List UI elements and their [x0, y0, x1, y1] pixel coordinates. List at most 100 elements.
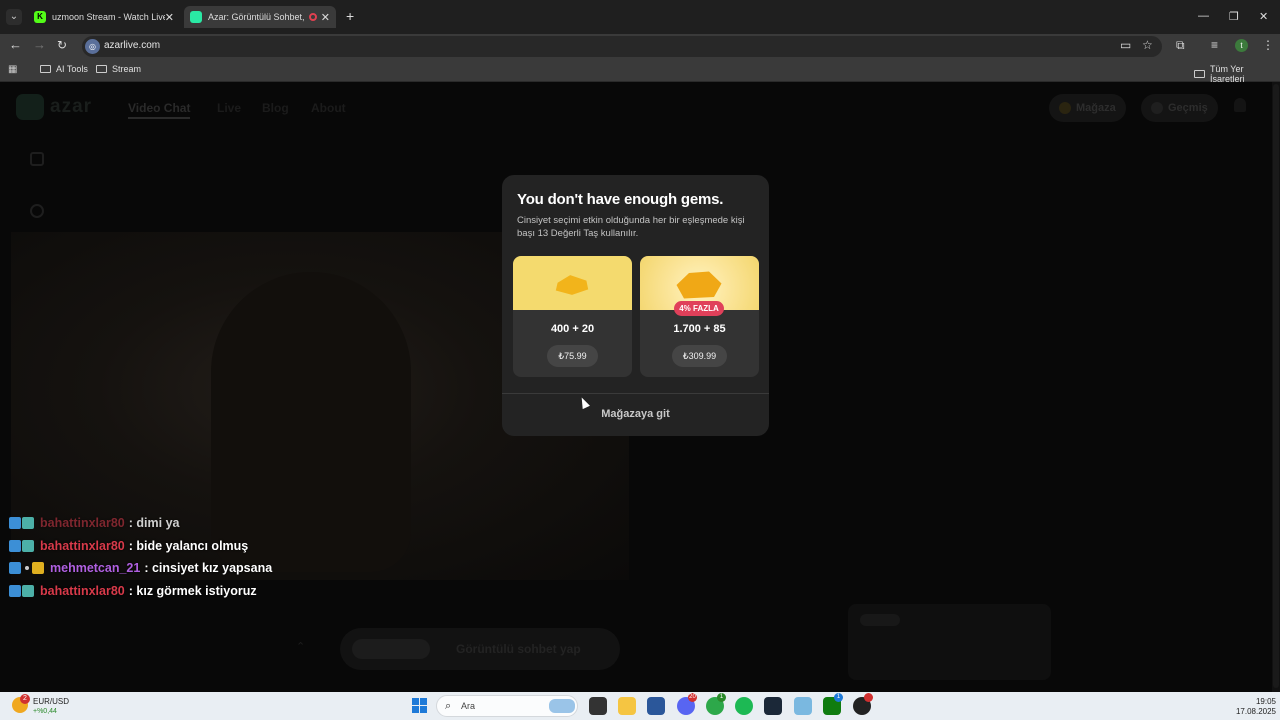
bookmark-star-icon[interactable]: ☆ — [1142, 39, 1153, 52]
package-image — [513, 256, 632, 310]
bookmark-stream[interactable]: Stream — [96, 64, 141, 74]
browser-tab-strip: ⌄ K uzmoon Stream - Watch Live o ✕ Azar:… — [0, 0, 1280, 34]
spotify-icon[interactable] — [735, 697, 753, 715]
chat-badges — [9, 562, 45, 575]
gem-icon — [1059, 102, 1071, 114]
store-button[interactable]: Mağaza — [1049, 94, 1126, 122]
nav-video-chat[interactable]: Video Chat — [128, 101, 191, 119]
ticker-change: +%0,44 — [33, 708, 57, 715]
search-icon: ⌕ — [445, 700, 452, 712]
azar-logo-icon — [16, 94, 44, 120]
crown-badge-icon — [32, 562, 44, 575]
chat-message: bahattinxlar80 : dimi ya — [9, 512, 429, 535]
tab-close-icon[interactable]: ✕ — [321, 11, 330, 24]
windows-start-icon[interactable] — [412, 698, 427, 713]
chat-message: bahattinxlar80 : kız görmek istiyoruz — [9, 580, 429, 603]
ticker-name[interactable]: EUR/USD — [33, 697, 69, 706]
settings-app-icon[interactable] — [794, 697, 812, 715]
package-amount: 1.700 + 85 — [673, 323, 726, 335]
media-control-icon[interactable]: ≡ — [1211, 39, 1218, 52]
site-info-icon[interactable]: ◎ — [85, 39, 100, 54]
chat-username: bahattinxlar80 — [40, 538, 125, 553]
chat-text: : bide yalancı olmuş — [128, 538, 249, 553]
tab-title: uzmoon Stream - Watch Live o — [52, 12, 165, 22]
package-price-button[interactable]: ₺309.99 — [672, 345, 727, 367]
chat-text: : cinsiyet kız yapsana — [144, 561, 273, 576]
menu-kebab-icon[interactable]: ⋮ — [1262, 39, 1274, 52]
xbox-badge: 1 — [834, 693, 843, 702]
forward-icon[interactable]: → — [33, 38, 46, 52]
close-window-icon[interactable]: ✕ — [1259, 10, 1268, 23]
subscriber-badge-icon — [22, 539, 34, 552]
reload-icon[interactable]: ↻ — [57, 38, 67, 52]
all-bookmarks[interactable]: Tüm Yer İşaretleri — [1194, 64, 1280, 84]
chat-username: mehmetcan_21 — [50, 561, 141, 576]
address-bar[interactable]: ◎ azarlive.com — [82, 36, 1162, 57]
fullscreen-icon[interactable] — [30, 152, 44, 166]
effects-icon[interactable] — [30, 204, 44, 218]
azar-favicon-icon — [190, 11, 202, 23]
chat-username: bahattinxlar80 — [40, 516, 125, 531]
avatar-group — [352, 639, 430, 659]
new-tab-button[interactable]: + — [346, 9, 354, 23]
tab-azar[interactable]: Azar: Görüntülü Sohbet, Ar ✕ — [184, 6, 336, 28]
discord-badge: 20 — [688, 693, 697, 702]
history-button[interactable]: Geçmiş — [1141, 94, 1218, 122]
back-icon[interactable]: ← — [9, 38, 22, 52]
url-text[interactable]: azarlive.com — [104, 40, 160, 51]
search-highlight-icon — [549, 699, 575, 713]
minimize-icon[interactable]: — — [1198, 10, 1209, 22]
task-view-icon[interactable] — [589, 697, 607, 715]
subscriber-badge-icon — [22, 584, 34, 597]
page-scrollbar[interactable] — [1272, 82, 1280, 692]
bookmark-ai-tools[interactable]: AI Tools — [40, 64, 88, 74]
file-explorer-icon[interactable] — [618, 697, 636, 715]
chat-text: : dimi ya — [128, 516, 180, 531]
subscriber-badge-icon — [22, 517, 34, 530]
azar-logo[interactable]: azar — [16, 94, 92, 120]
site-header: azar Video Chat Live Blog About Mağaza G… — [0, 82, 1270, 132]
notification-icon[interactable] — [1234, 98, 1246, 112]
bookmarks-bar: ▦ AI Tools Stream Tüm Yer İşaretleri — [0, 58, 1280, 84]
profile-avatar[interactable]: t — [1235, 39, 1248, 52]
store-app-icon[interactable] — [647, 697, 665, 715]
extensions-icon[interactable]: ⧉ — [1176, 39, 1185, 52]
package-price-button[interactable]: ₺75.99 — [547, 345, 598, 367]
tab-search-chevron-icon[interactable]: ⌄ — [6, 9, 22, 25]
modal-title: You don't have enough gems. — [517, 191, 724, 208]
gem-package-card[interactable]: 400 + 20 ₺75.99 — [513, 256, 632, 377]
obs-recording-badge — [864, 693, 873, 702]
steam-icon[interactable] — [764, 697, 782, 715]
play-badge-icon — [9, 562, 21, 575]
chevron-up-icon[interactable]: ⌃ — [296, 640, 305, 653]
gem-pile-icon — [676, 271, 722, 299]
kick-favicon-icon: K — [34, 11, 46, 23]
cast-icon[interactable]: ▭ — [1120, 39, 1131, 52]
clock-time: 19:05 — [1255, 697, 1276, 706]
nav-blog[interactable]: Blog — [262, 101, 289, 115]
dot-badge-icon — [25, 566, 29, 571]
search-placeholder: Ara — [461, 701, 476, 711]
chat-text: : kız görmek istiyoruz — [128, 583, 257, 598]
taskbar-search[interactable]: ⌕ Ara — [436, 695, 578, 717]
nav-live[interactable]: Live — [217, 101, 241, 115]
tab-close-icon[interactable]: ✕ — [165, 11, 174, 24]
remote-chip — [860, 614, 900, 626]
tab-kick-stream[interactable]: K uzmoon Stream - Watch Live o ✕ — [28, 6, 180, 28]
chat-badges — [9, 584, 35, 597]
scroll-thumb[interactable] — [1273, 84, 1279, 688]
start-video-chat-button[interactable]: Görüntülü sohbet yap — [340, 628, 620, 670]
play-badge-icon — [9, 539, 21, 552]
gem-package-card[interactable]: 4% FAZLA 1.700 + 85 ₺309.99 — [640, 256, 759, 377]
clock-date: 17.08.2025 — [1235, 707, 1276, 716]
restore-icon[interactable]: ❐ — [1229, 10, 1239, 23]
go-to-store-button[interactable]: Mağazaya git — [502, 408, 769, 420]
system-clock[interactable]: 19:05 17.08.2025 — [1226, 697, 1276, 717]
play-badge-icon — [9, 584, 21, 597]
apps-grid-icon[interactable]: ▦ — [8, 64, 17, 75]
history-icon — [1151, 102, 1163, 114]
stream-chat-overlay: bahattinxlar80 : dimi ya bahattinxlar80 … — [9, 512, 429, 602]
nav-about[interactable]: About — [311, 101, 346, 115]
chat-username: bahattinxlar80 — [40, 583, 125, 598]
chrome-badge: 1 — [717, 693, 726, 702]
